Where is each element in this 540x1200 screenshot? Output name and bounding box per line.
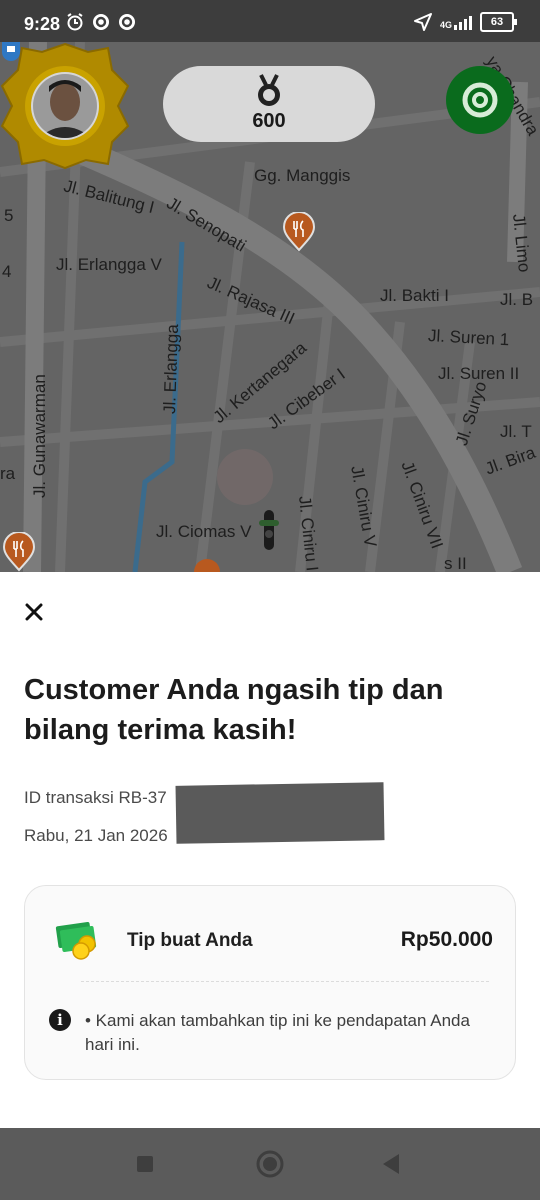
signal-icon: [454, 14, 472, 30]
recents-button[interactable]: [100, 1128, 190, 1200]
target-icon: [462, 82, 498, 118]
tip-row: Tip buat Anda Rp50.000: [25, 886, 515, 982]
street-label: Jl. Bakti I: [380, 286, 449, 305]
transaction-date: Rabu, 21 Jan 2026: [24, 826, 168, 845]
back-button[interactable]: [346, 1128, 436, 1200]
tip-label: Tip buat Anda: [127, 930, 253, 951]
battery-level: 63: [490, 16, 504, 28]
status-bar: 9:28 4G 63: [0, 0, 540, 42]
battery-icon: 63: [480, 12, 517, 32]
system-nav-bar: [0, 1128, 540, 1200]
location-arrow-icon: [413, 13, 432, 31]
alarm-icon: [67, 13, 83, 31]
street-label: Jl. Erlangga: [160, 323, 183, 415]
street-label: ra: [0, 464, 16, 483]
street-label: s II: [444, 554, 467, 572]
driver-avatar[interactable]: [0, 42, 130, 170]
tip-card: Tip buat Anda Rp50.000 i • Kami akan tam…: [24, 885, 516, 1080]
medal-icon: [258, 74, 280, 106]
circle-nav-icon: [256, 1150, 284, 1178]
tip-bottom-sheet: Customer Anda ngasih tip dan bilang teri…: [0, 572, 540, 1128]
tip-heading: Customer Anda ngasih tip dan bilang teri…: [24, 674, 444, 746]
street-label: Jl. Gunawarman: [30, 374, 49, 498]
street-label: 5: [4, 206, 14, 225]
network-type: 4G: [439, 20, 452, 30]
app-notification-icon: [119, 14, 135, 30]
info-icon: i: [49, 1009, 71, 1031]
tip-amount: Rp50.000: [400, 928, 493, 951]
street-label: Jl. B: [500, 290, 534, 309]
map-view[interactable]: Gg. Manggis Jl. Senopati Jl. Balitung I …: [0, 42, 540, 572]
close-button[interactable]: [18, 596, 50, 628]
medal-points-pill[interactable]: 600: [163, 66, 375, 142]
redaction-block: [175, 782, 385, 844]
restaurant-pin-icon[interactable]: [192, 556, 222, 572]
tip-info-text: • Kami akan tambahkan tip ini ke pendapa…: [85, 1011, 470, 1054]
home-button[interactable]: [225, 1128, 315, 1200]
back-nav-icon: [383, 1154, 399, 1174]
street-label: Jl. T: [500, 422, 532, 441]
go-online-button[interactable]: [446, 66, 514, 134]
motorbike-icon: [259, 510, 279, 550]
transaction-id: ID transaksi RB-37: [24, 788, 167, 807]
status-time: 9:28: [24, 14, 61, 34]
street-label: Jl. Erlangga V: [56, 255, 162, 274]
card-divider: [81, 981, 489, 982]
square-nav-icon: [137, 1156, 153, 1172]
restaurant-pin-icon[interactable]: [282, 212, 316, 252]
medal-points: 600: [252, 110, 286, 132]
street-label: 4: [2, 262, 12, 281]
app-notification-icon: [93, 14, 109, 30]
street-label: Gg. Manggis: [254, 166, 351, 185]
money-icon: [55, 921, 97, 960]
street-label: Jl. Suren 1: [427, 326, 510, 350]
restaurant-pin-icon[interactable]: [2, 532, 36, 572]
street-label: Jl. Ciomas V: [156, 522, 252, 541]
close-icon: [25, 603, 43, 621]
